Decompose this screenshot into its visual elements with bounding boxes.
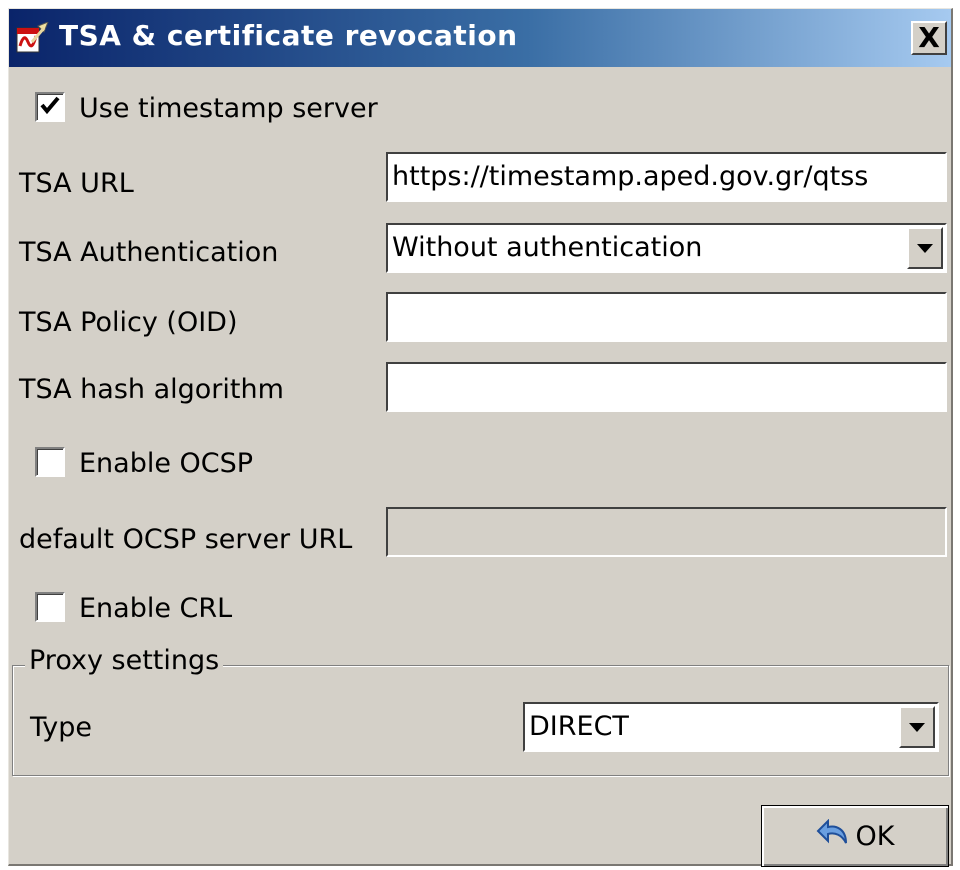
tsa-authentication-label: TSA Authentication [19,237,279,268]
chevron-down-icon [917,243,933,253]
close-icon: X [918,21,940,54]
enable-ocsp-label: Enable OCSP [79,448,254,479]
tsa-hash-input[interactable] [386,362,947,412]
ok-label: OK [855,820,895,852]
tsa-url-label: TSA URL [19,168,134,199]
enable-ocsp-checkbox[interactable] [35,447,65,477]
enable-crl-checkbox[interactable] [35,592,65,622]
undo-arrow-icon [816,818,850,853]
tsa-policy-input[interactable] [386,292,947,342]
checkmark-icon [39,94,61,120]
dialog-window: TSA & certificate revocation X Use times… [8,8,953,867]
use-timestamp-checkbox[interactable] [35,92,65,122]
tsa-hash-label: TSA hash algorithm [19,374,284,405]
proxy-type-value: DIRECT [529,711,629,742]
proxy-settings-title: Proxy settings [25,647,224,674]
ocsp-url-label: default OCSP server URL [19,524,353,555]
enable-crl-label: Enable CRL [79,593,233,624]
proxy-type-label: Type [30,712,93,743]
tsa-url-input[interactable]: https://timestamp.aped.gov.gr/qtss [386,152,947,202]
pdf-sign-icon [14,21,52,54]
proxy-dropdown-button[interactable] [899,706,935,748]
tsa-authentication-select[interactable]: Without authentication [386,223,947,273]
use-timestamp-label: Use timestamp server [79,93,378,124]
close-button[interactable]: X [911,21,947,55]
tsa-authentication-value: Without authentication [392,232,703,263]
ocsp-url-input[interactable] [386,507,947,557]
proxy-settings-group: Proxy settings Type DIRECT [12,647,949,776]
chevron-down-icon [909,722,925,732]
tsa-policy-label: TSA Policy (OID) [19,307,238,338]
window-title: TSA & certificate revocation [59,19,518,52]
title-bar[interactable]: TSA & certificate revocation X [9,9,951,67]
auth-dropdown-button[interactable] [907,227,943,269]
ok-button[interactable]: OK [761,805,949,867]
proxy-type-select[interactable]: DIRECT [523,702,939,752]
